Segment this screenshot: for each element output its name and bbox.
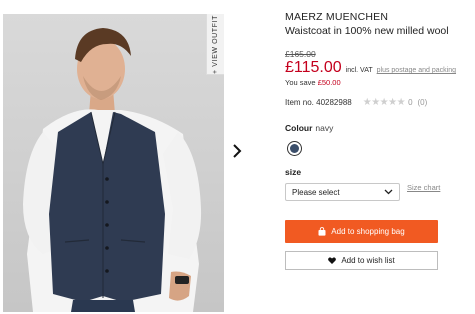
chevron-right-icon (233, 144, 242, 158)
vat-label: incl. VAT (345, 67, 373, 74)
heart-icon (328, 257, 337, 264)
colour-swatch-navy[interactable] (287, 141, 302, 156)
rating-score: 0 (408, 98, 413, 107)
swatch-fill (290, 144, 299, 153)
chevron-down-icon (384, 189, 393, 195)
colour-label: Colour (285, 123, 313, 133)
view-outfit-button[interactable]: + VIEW OUTFIT (206, 14, 224, 75)
star-icon: ★ (396, 97, 406, 108)
rating-stars[interactable]: ★★★★★ (362, 97, 406, 108)
brand-name[interactable]: MAERZ MUENCHEN (285, 11, 470, 23)
size-label: size (285, 167, 302, 177)
colour-value: navy (315, 123, 334, 133)
review-count-link[interactable]: (0) (418, 98, 428, 107)
shopping-bag-icon (318, 227, 326, 236)
product-title: Waistcoat in 100% new milled wool (285, 25, 449, 37)
current-price: £115.00 (285, 59, 342, 76)
star-icon: ★ (362, 97, 372, 108)
savings-label: You save (285, 78, 316, 87)
savings-text: You save £50.00 (285, 78, 470, 87)
star-icon: ★ (388, 97, 397, 108)
postage-link[interactable]: plus postage and packing (377, 67, 456, 74)
next-image-button[interactable] (229, 142, 245, 160)
item-rating-row: Item no. 40282988 ★★★★★ 0 (0) (285, 97, 470, 108)
size-row: Please select Size chart (285, 183, 470, 201)
size-select[interactable]: Please select (285, 183, 400, 201)
size-select-value: Please select (292, 187, 340, 197)
savings-amount: £50.00 (317, 78, 341, 87)
product-info: MAERZ MUENCHEN Waistcoat in 100% new mil… (285, 11, 470, 270)
add-to-bag-button[interactable]: Add to shopping bag (285, 220, 438, 243)
item-number: Item no. 40282988 (285, 98, 352, 107)
old-price: £165.00 (285, 49, 316, 59)
add-to-wishlist-label: Add to wish list (341, 256, 395, 265)
star-icon: ★ (371, 97, 380, 108)
size-chart-link[interactable]: Size chart (407, 183, 440, 192)
star-icon: ★ (379, 97, 389, 108)
add-to-bag-label: Add to shopping bag (331, 227, 405, 236)
colour-row: Colour navy (285, 123, 470, 133)
product-image[interactable] (3, 14, 224, 312)
model-photo (23, 28, 202, 312)
add-to-wishlist-button[interactable]: Add to wish list (285, 251, 438, 270)
price-row: £115.00 incl. VAT plus postage and packi… (285, 59, 470, 77)
view-outfit-label: + VIEW OUTFIT (212, 14, 220, 74)
